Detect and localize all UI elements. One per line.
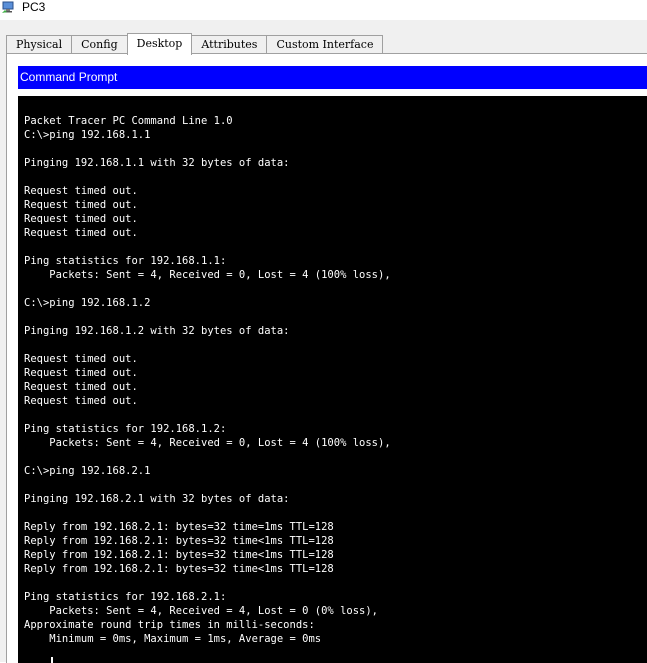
terminal-line: Ping statistics for 192.168.1.1: — [24, 255, 227, 267]
desktop-panel: Command Prompt Packet Tracer PC Command … — [6, 53, 647, 663]
terminal-line: Reply from 192.168.2.1: bytes=32 time=1m… — [24, 521, 334, 533]
title-bar: PC3 — [0, 0, 647, 20]
terminal-line: Request timed out. — [24, 367, 138, 379]
terminal-line: C:\>ping 192.168.1.2 — [24, 297, 151, 309]
tab-container: Physical Config Desktop Attributes Custo… — [0, 20, 647, 663]
terminal-line: Minimum = 0ms, Maximum = 1ms, Average = … — [24, 633, 322, 645]
terminal-lines: Packet Tracer PC Command Line 1.0 C:\>pin… — [18, 96, 647, 646]
terminal-line: C:\>ping 192.168.2.1 — [24, 465, 151, 477]
terminal-line: Reply from 192.168.2.1: bytes=32 time<1m… — [24, 535, 334, 547]
tab-physical[interactable]: Physical — [6, 35, 73, 54]
terminal-line: Ping statistics for 192.168.1.2: — [24, 423, 227, 435]
window-title: PC3 — [22, 0, 46, 14]
terminal-line: Request timed out. — [24, 395, 138, 407]
tab-custom-interface[interactable]: Custom Interface — [266, 35, 384, 54]
terminal-line: Packets: Sent = 4, Received = 4, Lost = … — [24, 605, 379, 617]
terminal-line: Request timed out. — [24, 353, 138, 365]
terminal-line: C:\>ping 192.168.1.1 — [24, 129, 151, 141]
terminal-line: Request timed out. — [24, 227, 138, 239]
terminal-line: Ping statistics for 192.168.2.1: — [24, 591, 227, 603]
terminal-output[interactable]: Packet Tracer PC Command Line 1.0 C:\>pin… — [18, 96, 647, 663]
terminal-line: Reply from 192.168.2.1: bytes=32 time<1m… — [24, 549, 334, 561]
command-prompt-title: Command Prompt — [18, 66, 647, 89]
terminal-line: Pinging 192.168.1.1 with 32 bytes of dat… — [24, 157, 290, 169]
terminal-line: Pinging 192.168.2.1 with 32 bytes of dat… — [24, 493, 290, 505]
terminal-line: Packets: Sent = 4, Received = 0, Lost = … — [24, 437, 391, 449]
terminal-line: Request timed out. — [24, 381, 138, 393]
terminal-line: Request timed out. — [24, 199, 138, 211]
terminal-line: Approximate round trip times in milli-se… — [24, 619, 315, 631]
terminal-line: Packets: Sent = 4, Received = 0, Lost = … — [24, 269, 391, 281]
terminal-line: Request timed out. — [24, 185, 138, 197]
tab-bar: Physical Config Desktop Attributes Custo… — [6, 33, 384, 55]
pc-icon — [2, 1, 14, 13]
tab-attributes[interactable]: Attributes — [191, 35, 268, 54]
terminal-line: Packet Tracer PC Command Line 1.0 — [24, 115, 233, 127]
tab-config[interactable]: Config — [71, 35, 128, 54]
terminal-line: Pinging 192.168.1.2 with 32 bytes of dat… — [24, 325, 290, 337]
terminal-cursor — [51, 657, 53, 663]
terminal-line: Reply from 192.168.2.1: bytes=32 time<1m… — [24, 563, 334, 575]
tab-desktop[interactable]: Desktop — [126, 33, 193, 55]
terminal-line: Request timed out. — [24, 213, 138, 225]
